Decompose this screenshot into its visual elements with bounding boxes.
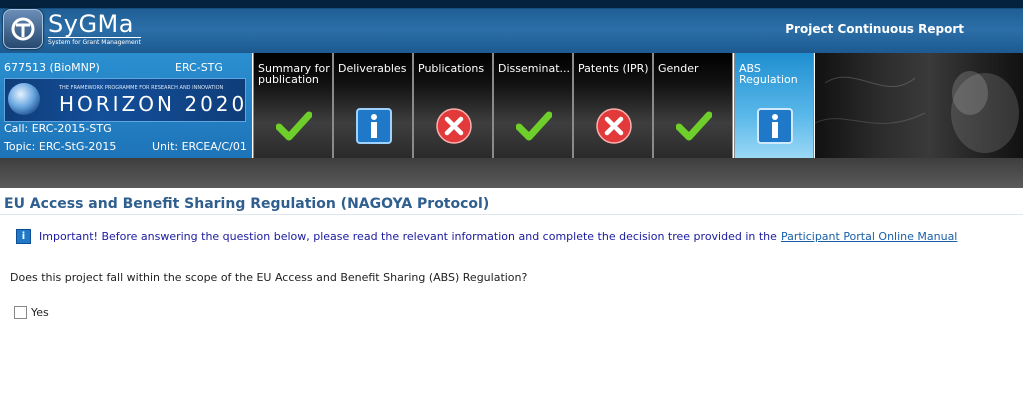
tab-summary-for-publication[interactable]: Summary for publication	[253, 53, 333, 158]
project-topic: Topic: ERC-StG-2015	[4, 140, 117, 153]
participant-portal-manual-link[interactable]: Participant Portal Online Manual	[781, 230, 957, 243]
project-scheme: ERC-STG	[175, 61, 223, 74]
tab-label: Gender	[658, 62, 699, 75]
project-call: Call: ERC-2015-STG	[4, 122, 112, 135]
cross-icon	[436, 108, 472, 144]
tab-abs-regulation[interactable]: ABS Regulation	[734, 53, 814, 158]
globe-icon	[8, 83, 40, 115]
tab-label: Summary for publication	[258, 62, 330, 86]
tab-patents-ipr[interactable]: Patents (IPR)	[573, 53, 653, 158]
yes-label: Yes	[31, 306, 49, 319]
info-icon: i	[16, 229, 31, 244]
programme-name: HORIZON 2020	[59, 92, 248, 116]
app-header: SyGMa System for Grant Management Projec…	[0, 0, 1023, 53]
divider	[0, 214, 1023, 215]
yes-checkbox[interactable]	[14, 306, 27, 319]
tab-deliverables[interactable]: Deliverables	[333, 53, 413, 158]
tab-label: Publications	[418, 62, 485, 75]
note-text: Important! Before answering the question…	[39, 230, 777, 243]
important-note: i Important! Before answering the questi…	[16, 229, 957, 244]
horizon-2020-logo: THE FRAMEWORK PROGRAMME FOR RESEARCH AND…	[4, 78, 246, 122]
cross-icon	[596, 108, 632, 144]
info-icon	[757, 108, 793, 144]
logo-subtitle: System for Grant Management	[48, 36, 141, 46]
toolbar-bar	[0, 158, 1023, 188]
tab-publications[interactable]: Publications	[413, 53, 493, 158]
programme-line: THE FRAMEWORK PROGRAMME FOR RESEARCH AND…	[59, 85, 224, 91]
sygma-logo[interactable]: SyGMa System for Grant Management	[3, 9, 141, 49]
tab-dissemination[interactable]: Disseminat...	[493, 53, 573, 158]
decorative-banner	[815, 53, 1023, 158]
tab-label: Deliverables	[338, 62, 407, 75]
tab-gender[interactable]: Gender	[653, 53, 733, 158]
tab-label: Disseminat...	[498, 62, 571, 75]
check-icon	[676, 111, 712, 141]
tab-label: Patents (IPR)	[578, 62, 649, 75]
info-icon	[356, 108, 392, 144]
app-title: Project Continuous Report	[785, 22, 964, 36]
sygma-logo-icon	[3, 9, 43, 49]
project-unit: Unit: ERCEA/C/01	[152, 140, 247, 153]
banner-artwork	[815, 71, 1019, 153]
tab-label: ABS Regulation	[739, 62, 798, 86]
project-info-panel: 677513 (BioMNP) ERC-STG THE FRAMEWORK PR…	[0, 53, 252, 158]
abs-question: Does this project fall within the scope …	[10, 271, 528, 284]
project-id: 677513 (BioMNP)	[4, 61, 100, 74]
logo-name: SyGMa	[48, 9, 134, 38]
page-title: EU Access and Benefit Sharing Regulation…	[4, 196, 490, 212]
check-icon	[276, 111, 312, 141]
yes-option[interactable]: Yes	[14, 306, 49, 319]
check-icon	[516, 111, 552, 141]
